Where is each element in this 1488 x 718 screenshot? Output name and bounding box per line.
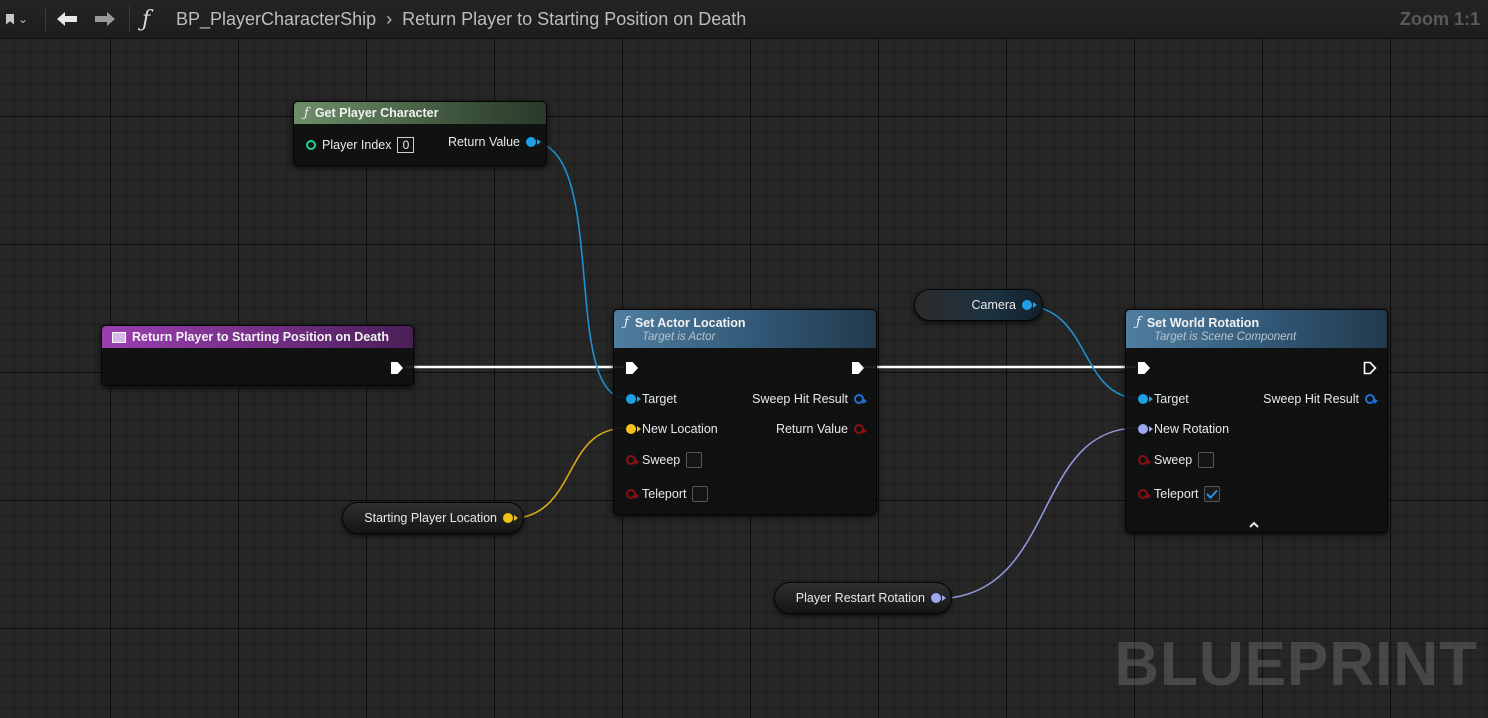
wire-player-character-to-target [530, 141, 627, 399]
pin-new-location[interactable]: New Location [626, 422, 718, 436]
arrow-right-icon [95, 12, 115, 26]
exec-out-pin[interactable] [1363, 361, 1377, 375]
exec-out-pin[interactable] [852, 362, 864, 374]
object-pin-icon [526, 137, 541, 147]
node-header: ƒ Set World Rotation Target is Scene Com… [1126, 310, 1387, 348]
function-icon: ƒ [304, 105, 309, 121]
pin-label: Sweep Hit Result [752, 392, 848, 406]
bool-pin-icon [626, 455, 639, 465]
divider [129, 6, 130, 32]
wire-starting-location-to-new-location [506, 427, 627, 520]
bookmark-button[interactable]: ⌄ [6, 0, 28, 38]
pin-return-value[interactable]: Return Value [447, 135, 541, 149]
vector-pin-icon [503, 513, 518, 523]
bookmark-icon [6, 13, 14, 25]
teleport-checkbox[interactable] [1204, 486, 1221, 502]
pin-label: Return Value [447, 135, 520, 149]
breadcrumb-function[interactable]: Return Player to Starting Position on De… [402, 9, 746, 30]
struct-pin-icon [1365, 394, 1378, 404]
node-header: ƒ Set Actor Location Target is Actor [614, 310, 876, 348]
pin-label: Sweep [1154, 453, 1193, 467]
function-icon: ƒ [1136, 315, 1141, 330]
node-header: ƒ Get Player Character [294, 102, 546, 124]
sweep-checkbox[interactable] [686, 452, 703, 468]
node-title: Set World Rotation [1146, 315, 1260, 330]
function-entry-icon [112, 331, 126, 343]
pin-label: New Location [642, 422, 718, 436]
function-icon: ƒ [142, 6, 151, 32]
pin-sweep[interactable]: Sweep [1138, 452, 1215, 468]
pin-sweep-hit-result[interactable]: Sweep Hit Result [752, 392, 867, 406]
node-title: Set Actor Location [634, 315, 746, 330]
exec-out-pin[interactable] [391, 362, 403, 374]
object-pin-icon [1022, 300, 1037, 310]
var-label: Camera [971, 298, 1016, 312]
blueprint-watermark: BLUEPRINT [1114, 630, 1478, 699]
player-index-input[interactable]: 0 [397, 137, 415, 153]
var-starting-player-location[interactable]: Starting Player Location [342, 502, 524, 534]
pin-label: Player Index [322, 138, 392, 152]
wire-restart-rotation-to-new-rotation [933, 427, 1139, 600]
breadcrumb-blueprint[interactable]: BP_PlayerCharacterShip [176, 9, 376, 30]
pin-label: New Rotation [1154, 422, 1230, 436]
var-player-restart-rotation[interactable]: Player Restart Rotation [774, 582, 952, 614]
var-label: Player Restart Rotation [795, 591, 925, 605]
pin-sweep[interactable]: Sweep [626, 452, 703, 468]
chevron-down-icon: ⌄ [18, 12, 29, 26]
object-pin-icon [1138, 394, 1153, 404]
int-pin-icon [306, 140, 316, 150]
pin-teleport[interactable]: Teleport [1138, 486, 1221, 502]
node-set-world-rotation[interactable]: ƒ Set World Rotation Target is Scene Com… [1125, 309, 1388, 533]
bool-pin-icon [1138, 489, 1151, 499]
wire-camera-to-target [1024, 305, 1139, 399]
pin-sweep-hit-result[interactable]: Sweep Hit Result [1263, 392, 1378, 406]
pin-new-rotation[interactable]: New Rotation [1138, 422, 1229, 436]
bool-pin-icon [854, 424, 867, 434]
node-get-player-character[interactable]: ƒ Get Player Character Player Index 0 Re… [293, 101, 547, 166]
pin-teleport[interactable]: Teleport [626, 486, 709, 502]
bool-pin-icon [626, 489, 639, 499]
bool-pin-icon [1138, 455, 1151, 465]
pin-label: Sweep Hit Result [1263, 392, 1359, 406]
node-set-actor-location[interactable]: ƒ Set Actor Location Target is Actor Tar… [613, 309, 877, 515]
node-title: Return Player to Starting Position on De… [132, 330, 389, 344]
pin-label: Return Value [775, 422, 848, 436]
teleport-checkbox[interactable] [692, 486, 709, 502]
pin-target[interactable]: Target [1138, 392, 1189, 406]
pin-target[interactable]: Target [626, 392, 677, 406]
var-label: Starting Player Location [364, 511, 497, 525]
forward-button[interactable] [94, 0, 116, 38]
rotator-pin-icon [1138, 424, 1153, 434]
pin-return-value[interactable]: Return Value [775, 422, 867, 436]
rotator-pin-icon [931, 593, 946, 603]
graph-toolbar: ⌄ ƒ BP_PlayerCharacterShip › Return Play… [0, 0, 1488, 39]
back-button[interactable] [56, 0, 78, 38]
pin-player-index[interactable]: Player Index 0 [306, 137, 415, 153]
node-subtitle: Target is Actor [642, 331, 716, 343]
vector-pin-icon [626, 424, 641, 434]
struct-pin-icon [854, 394, 867, 404]
node-title: Get Player Character [314, 106, 439, 120]
pin-label: Target [1154, 392, 1189, 406]
pin-label: Teleport [642, 487, 687, 501]
node-subtitle: Target is Scene Component [1154, 331, 1297, 343]
object-pin-icon [626, 394, 641, 404]
arrow-left-icon [57, 12, 77, 26]
function-icon: ƒ [624, 315, 629, 330]
node-header: Return Player to Starting Position on De… [102, 326, 413, 348]
zoom-level: Zoom 1:1 [1399, 8, 1480, 29]
divider [45, 6, 46, 32]
exec-in-pin[interactable] [626, 362, 638, 374]
pin-label: Teleport [1154, 487, 1199, 501]
pin-label: Target [642, 392, 677, 406]
var-camera[interactable]: Camera [914, 289, 1043, 321]
collapse-advanced-icon[interactable] [1248, 520, 1260, 530]
pin-label: Sweep [642, 453, 681, 467]
sweep-checkbox[interactable] [1198, 452, 1215, 468]
checkmark-icon [1206, 489, 1219, 499]
breadcrumb: BP_PlayerCharacterShip › Return Player t… [176, 0, 746, 38]
exec-in-pin[interactable] [1138, 362, 1150, 374]
chevron-right-icon: › [386, 8, 393, 29]
node-function-entry[interactable]: Return Player to Starting Position on De… [101, 325, 414, 386]
